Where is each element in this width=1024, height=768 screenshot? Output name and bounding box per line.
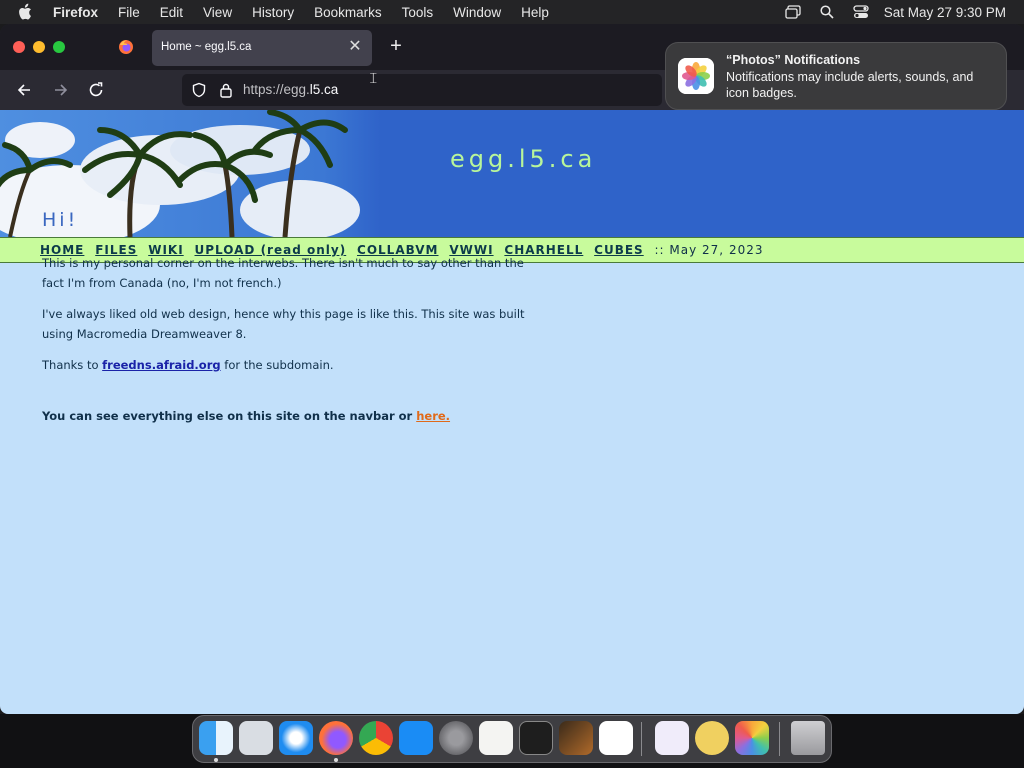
main-content: Hi! This is my personal corner on the in…: [42, 209, 542, 423]
control-center-icon[interactable]: [852, 4, 870, 20]
trash-icon[interactable]: [791, 721, 825, 755]
safari-icon[interactable]: [279, 721, 313, 755]
cyberduck-icon[interactable]: [695, 721, 729, 755]
browser-window: Home ~ egg.l5.ca ✕ + https://egg.l5.ca 𝙸: [0, 24, 1024, 714]
url-text: https://egg.l5.ca: [243, 82, 339, 97]
notification-title: “Photos” Notifications: [726, 53, 861, 67]
visual-studio-icon[interactable]: [655, 721, 689, 755]
menu-help[interactable]: Help: [521, 5, 549, 20]
nav-link-cubes[interactable]: CUBES: [594, 243, 644, 257]
navbar-hint-paragraph: You can see everything else on this site…: [42, 409, 451, 423]
apple-icon[interactable]: [18, 3, 34, 21]
menu-bar: Firefox File Edit View History Bookmarks…: [0, 0, 1024, 24]
spotlight-search-icon[interactable]: [818, 4, 836, 20]
dock-separator: [641, 722, 642, 756]
menu-app-name[interactable]: Firefox: [53, 5, 98, 20]
app-store-icon[interactable]: [399, 721, 433, 755]
text-cursor-icon: 𝙸: [368, 70, 379, 87]
screen-mirroring-icon[interactable]: [784, 4, 802, 20]
firefox-running-indicator: [334, 758, 338, 762]
minimize-window-button[interactable]: [33, 41, 45, 53]
page-heading: Hi!: [42, 209, 79, 231]
new-tab-plus-icon[interactable]: +: [386, 36, 406, 56]
back-arrow-icon[interactable]: [14, 80, 34, 100]
menu-tools[interactable]: Tools: [402, 5, 434, 20]
menu-file[interactable]: File: [118, 5, 140, 20]
menu-bookmarks[interactable]: Bookmarks: [314, 5, 382, 20]
garageband-icon[interactable]: [559, 721, 593, 755]
textedit-icon[interactable]: [479, 721, 513, 755]
thanks-paragraph: Thanks to freedns.afraid.org for the sub…: [42, 358, 334, 372]
dock-separator-2: [779, 722, 780, 756]
vscode-icon[interactable]: [599, 721, 633, 755]
intro-paragraph: This is my personal corner on the interw…: [42, 256, 524, 290]
notification-body: Notifications may include alerts, sounds…: [726, 70, 974, 100]
forward-arrow-icon[interactable]: [51, 80, 71, 100]
menu-history[interactable]: History: [252, 5, 294, 20]
url-bar[interactable]: https://egg.l5.ca: [182, 74, 662, 106]
freedns-link[interactable]: freedns.afraid.org: [102, 358, 220, 372]
nav-date: :: May 27, 2023: [654, 243, 764, 257]
web-page: egg.l5.ca HOME FILES WIKI UPLOAD (read o…: [0, 110, 1024, 714]
menubar-clock[interactable]: Sat May 27 9:30 PM: [884, 5, 1006, 20]
photos-app-icon: [678, 58, 714, 94]
photos-icon[interactable]: [735, 721, 769, 755]
terminal-icon[interactable]: [519, 721, 553, 755]
finder-icon[interactable]: [199, 721, 233, 755]
design-paragraph: I've always liked old web design, hence …: [42, 307, 525, 341]
lock-icon[interactable]: [219, 82, 233, 98]
zoom-window-button[interactable]: [53, 41, 65, 53]
active-tab[interactable]: Home ~ egg.l5.ca ✕: [152, 30, 372, 66]
system-settings-icon[interactable]: [439, 721, 473, 755]
firefox-icon[interactable]: [319, 721, 353, 755]
close-window-button[interactable]: [13, 41, 25, 53]
menu-view[interactable]: View: [203, 5, 232, 20]
dock: [192, 715, 832, 763]
finder-running-indicator: [214, 758, 218, 762]
photos-notification[interactable]: “Photos” Notifications Notifications may…: [665, 42, 1007, 110]
here-link[interactable]: here.: [416, 409, 450, 423]
menu-edit[interactable]: Edit: [160, 5, 183, 20]
reload-icon[interactable]: [86, 80, 106, 100]
site-title: egg.l5.ca: [450, 145, 597, 173]
tracking-protection-shield-icon[interactable]: [191, 82, 207, 98]
close-tab-icon[interactable]: ✕: [346, 38, 364, 56]
chrome-icon[interactable]: [359, 721, 393, 755]
menu-window[interactable]: Window: [453, 5, 501, 20]
tab-title: Home ~ egg.l5.ca: [161, 41, 252, 53]
firefox-view-icon[interactable]: [118, 39, 134, 55]
launchpad-icon[interactable]: [239, 721, 273, 755]
